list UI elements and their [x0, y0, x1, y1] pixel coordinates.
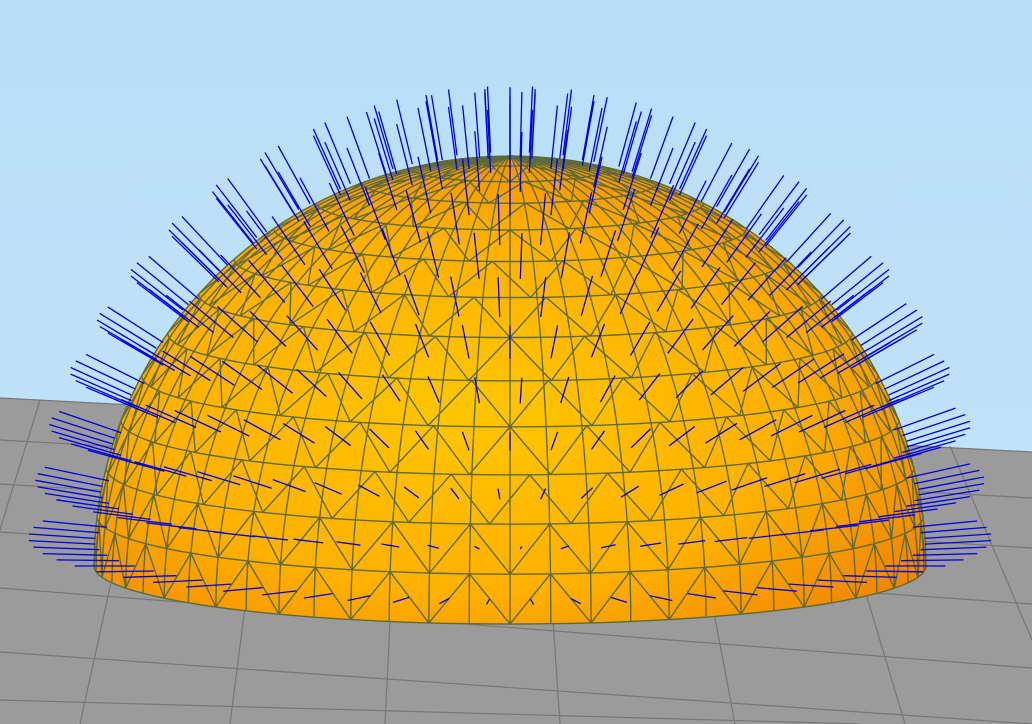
normal-vector: [56, 559, 120, 562]
normal-vector: [900, 559, 964, 562]
normal-vector: [96, 570, 154, 573]
normal-vector: [866, 570, 924, 573]
3d-viewport[interactable]: [0, 0, 1032, 724]
scene-canvas[interactable]: [0, 0, 1032, 724]
